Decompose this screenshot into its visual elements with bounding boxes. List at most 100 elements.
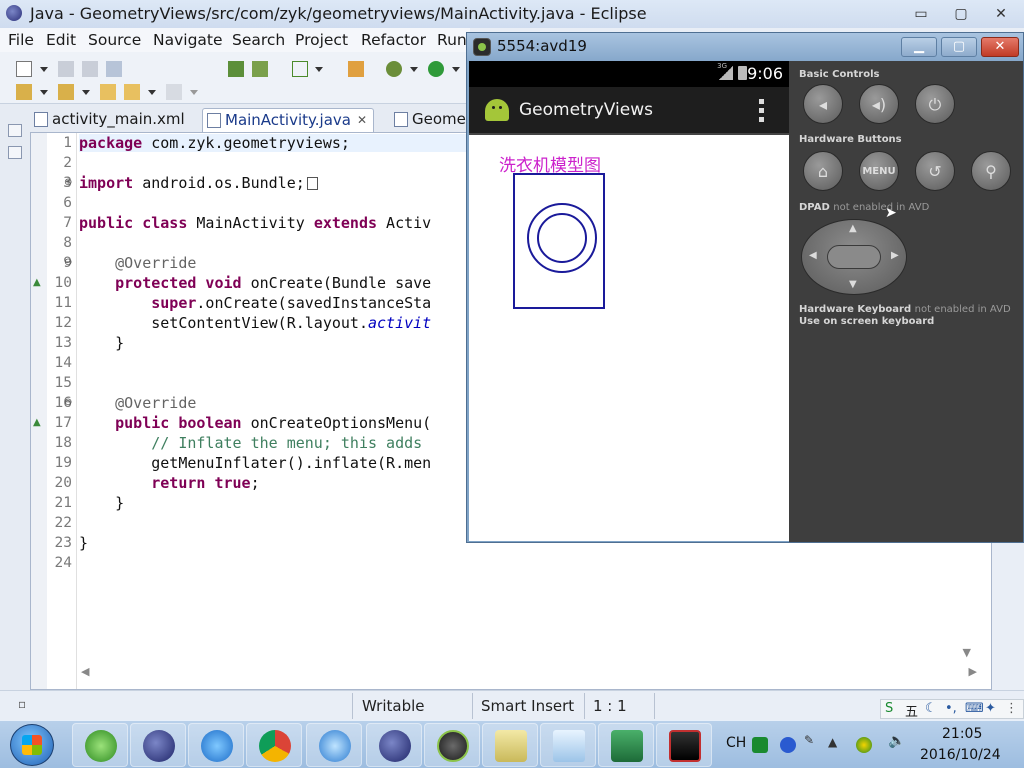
plus-tray-icon[interactable] [856,737,872,753]
print-icon[interactable] [106,61,122,77]
dpad-left-icon[interactable]: ◀ [809,250,817,261]
tab-mainactivity-java[interactable]: MainActivity.java ✕ [202,108,374,132]
dpad-right-icon[interactable]: ▶ [891,250,899,261]
lint-dropdown-icon[interactable] [315,67,323,72]
start-button[interactable] [10,724,54,766]
new-android-project-icon[interactable] [348,61,364,77]
taskbar-chrome[interactable] [246,723,302,767]
collapse-fold-icon[interactable]: ⊖ [64,257,72,268]
overflow-menu-icon[interactable] [759,99,765,123]
forward-icon[interactable] [166,84,182,100]
back-icon[interactable] [124,84,140,100]
clock-time[interactable]: 21:05 [942,726,982,742]
sogou-icon[interactable]: S [885,701,893,716]
taskbar-notepad[interactable] [540,723,596,767]
taskbar-excel[interactable] [598,723,654,767]
power-icon[interactable]: ⏻ [915,84,955,124]
menu-button[interactable]: MENU [859,151,899,191]
help-icon[interactable] [780,737,796,753]
halfwidth-icon[interactable]: ☾ [925,701,937,716]
expand-fold-icon[interactable]: ⊕ [64,177,72,188]
code-line: @Override [79,394,196,412]
back-icon[interactable]: ↺ [915,151,955,191]
emulator-maximize-button[interactable]: ▢ [941,37,977,57]
previous-annotation-dropdown-icon[interactable] [82,90,90,95]
run-dropdown-icon[interactable] [452,67,460,72]
debug-dropdown-icon[interactable] [410,67,418,72]
emulator-minimize-button[interactable]: ▁ [901,37,937,57]
search-icon[interactable]: ⚲ [971,151,1011,191]
language-indicator[interactable]: CH [726,735,746,751]
tab-close-icon[interactable]: ✕ [357,109,367,131]
emulator-close-button[interactable]: ✕ [981,37,1019,57]
new-file-icon[interactable] [16,61,32,77]
volume-down-icon[interactable]: ◂ [803,84,843,124]
tab-geometry[interactable]: Geome [390,108,470,132]
menu-project[interactable]: Project [295,31,348,49]
menu-source[interactable]: Source [88,31,141,49]
clock-date[interactable]: 2016/10/24 [920,747,1001,763]
new-dropdown-icon[interactable] [40,67,48,72]
taskbar-recorder[interactable] [656,723,712,767]
last-edit-icon[interactable] [100,84,116,100]
back-dropdown-icon[interactable] [148,90,156,95]
collapsed-imports-icon[interactable] [306,177,318,190]
menu-refactor[interactable]: Refactor [361,31,426,49]
menu-file[interactable]: File [8,31,34,49]
keyboard-icon[interactable]: ⌨ [965,701,984,716]
phone-screen[interactable]: 3G 9:06 GeometryViews 洗衣机模型图 [469,61,789,541]
taskbar-cloud-app[interactable] [306,723,362,767]
sdk-manager-icon[interactable] [228,61,244,77]
ime-mode[interactable]: 五 [905,701,918,720]
pen-icon[interactable]: ✎ [804,733,820,749]
minimize-button[interactable]: ▭ [906,4,936,24]
show-hidden-icons[interactable]: ▲ [828,735,844,751]
next-annotation-icon[interactable] [16,84,32,100]
save-icon[interactable] [58,61,74,77]
ime-toolbar[interactable]: S 五 ☾ •, ⌨ ✦ ⋮ [880,699,1024,720]
dpad[interactable]: ▲ ▼ ◀ ▶ [801,219,907,295]
lint-check-icon[interactable] [292,61,308,77]
dpad-down-icon[interactable]: ▼ [849,279,857,290]
scroll-left-icon[interactable]: ◀ [81,665,89,678]
dpad-center-button[interactable] [827,245,881,269]
save-all-icon[interactable] [82,61,98,77]
fast-view-icon[interactable]: ▫ [18,697,26,711]
taskbar-eclipse-2[interactable] [366,723,422,767]
emulator-title-bar[interactable]: 5554:avd19 ▁ ▢ ✕ [467,33,1023,61]
taskbar-emulator[interactable] [424,723,480,767]
menu-navigate[interactable]: Navigate [153,31,223,49]
close-button[interactable]: ✕ [986,4,1016,24]
debug-icon[interactable] [386,61,402,77]
restore-icon[interactable] [8,124,22,137]
horizontal-scrollbar[interactable]: ◀ ▶ [79,665,979,679]
taskbar-eclipse[interactable] [130,723,186,767]
dpad-up-icon[interactable]: ▲ [849,223,857,234]
taskbar-notes[interactable] [482,723,538,767]
previous-annotation-icon[interactable] [58,84,74,100]
punctuation-icon[interactable]: •, [945,701,957,716]
taskbar-baidu-cloud[interactable] [188,723,244,767]
maximize-button[interactable]: ▢ [946,4,976,24]
home-icon[interactable]: ⌂ [803,151,843,191]
menu-search[interactable]: Search [232,31,285,49]
ime-tools-icon[interactable]: ✦ [985,701,996,716]
package-explorer-icon[interactable] [8,146,22,159]
menu-run[interactable]: Run [437,31,467,49]
sogou-tray-icon[interactable] [752,737,768,753]
volume-icon[interactable]: 🔈 [888,733,905,749]
avd-manager-icon[interactable] [252,61,268,77]
ime-settings-icon[interactable]: ⋮ [1005,701,1018,716]
app-title: GeometryViews [519,100,653,120]
eclipse-title-bar[interactable]: Java - GeometryViews/src/com/zyk/geometr… [0,0,1024,28]
scroll-right-icon[interactable]: ▶ [969,665,977,678]
menu-edit[interactable]: Edit [46,31,76,49]
run-icon[interactable] [428,61,444,77]
next-annotation-dropdown-icon[interactable] [40,90,48,95]
taskbar-ie[interactable] [72,723,128,767]
collapse-fold-icon[interactable]: ⊖ [64,397,72,408]
forward-dropdown-icon[interactable] [190,90,198,95]
scroll-down-icon[interactable]: ▼ [963,646,971,659]
tab-activity-main-xml[interactable]: activity_main.xml [30,108,200,132]
volume-up-icon[interactable]: ◂) [859,84,899,124]
